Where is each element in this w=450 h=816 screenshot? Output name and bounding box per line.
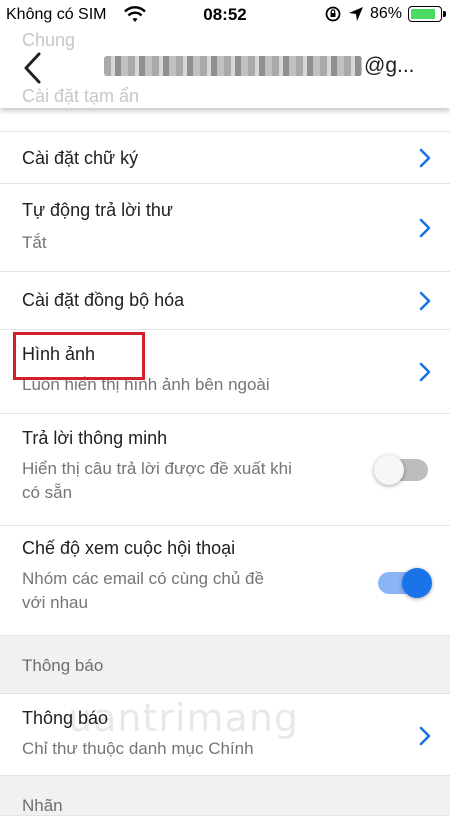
section-header-labels: Nhãn [0,776,450,816]
redacted-email [104,56,362,76]
row-title: Tự động trả lời thư [22,200,173,220]
chevron-right-icon [419,291,431,311]
account-email: @g... [104,54,415,78]
back-button[interactable] [12,46,56,90]
row-title: Chế độ xem cuộc hội thoại [22,538,236,558]
section-header-notifications: Thông báo [0,636,450,694]
battery-percent: 86% [369,5,402,22]
status-icons: 86% [324,5,446,23]
toggle-knob [374,455,404,485]
location-arrow-icon [348,7,363,21]
chevron-right-icon [419,148,431,168]
toggle-knob [402,568,432,598]
row-subtitle: Chỉ thư thuộc danh mục Chính [22,739,254,758]
settings-row-sync[interactable]: Cài đặt đồng bộ hóa [0,272,450,330]
settings-row-signature[interactable]: Cài đặt chữ ký [0,132,450,184]
row-subtitle: Tắt [22,233,47,252]
chevron-right-icon [419,362,431,382]
chevron-right-icon [419,218,431,238]
settings-row-smart-reply[interactable]: Trả lời thông minh Hiển thị câu trả lời … [0,414,450,526]
settings-list: Cài đặt chữ ký Tự động trả lời thư Tắt C… [0,108,450,816]
smart-reply-toggle[interactable] [374,455,428,485]
section-title: Thông báo [22,656,104,675]
chevron-right-icon [419,726,431,746]
settings-row-auto-reply[interactable]: Tự động trả lời thư Tắt [0,184,450,272]
settings-header: Chung Cài đặt tạm ẩn @g... [0,30,450,108]
row-title: Cài đặt đồng bộ hóa [22,290,185,310]
status-bar: Không có SIM 08:52 86% [0,0,450,30]
row-subtitle-line2: với nhau [22,593,88,612]
battery-icon [408,6,446,22]
account-domain: @g... [364,54,415,77]
row-title: Thông báo [22,708,109,728]
row-title: Trả lời thông minh [22,428,168,448]
row-title: Cài đặt chữ ký [22,148,139,168]
orientation-lock-icon [325,6,341,22]
highlight-annotation [13,332,145,380]
settings-row-conversation-view[interactable]: Chế độ xem cuộc hội thoại Nhóm các email… [0,526,450,636]
list-spacer [0,108,450,132]
settings-row-notifications[interactable]: Thông báo Chỉ thư thuộc danh mục Chính [0,694,450,776]
conversation-view-toggle[interactable] [378,568,432,598]
